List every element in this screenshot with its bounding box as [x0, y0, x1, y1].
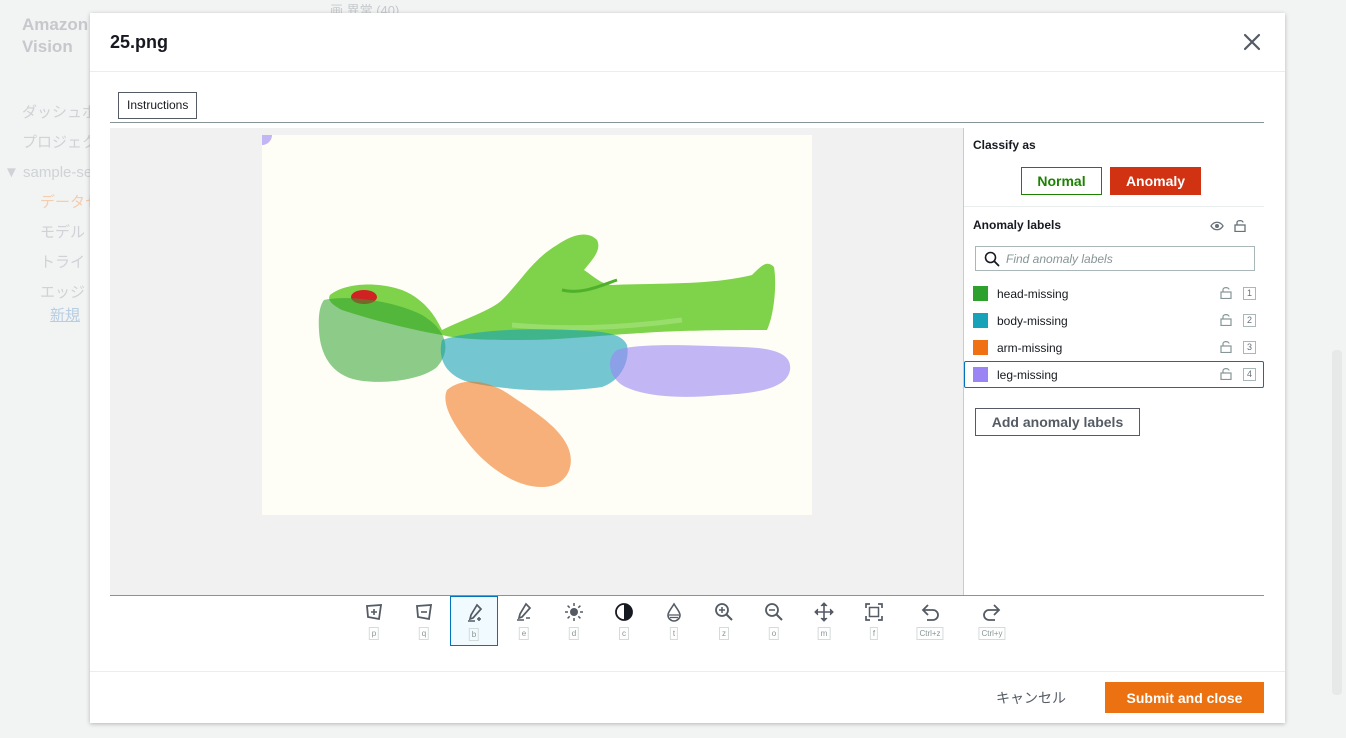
- fit-icon: [865, 603, 883, 621]
- shortcut-key: e: [518, 627, 530, 640]
- zoom-in-tool[interactable]: z: [700, 596, 748, 646]
- background-scrollbar: [1332, 350, 1342, 695]
- add-anomaly-labels-button[interactable]: Add anomaly labels: [975, 408, 1140, 436]
- search-input[interactable]: [1006, 249, 1246, 268]
- shortcut-key-badge: 4: [1243, 368, 1256, 381]
- image-with-masks[interactable]: [262, 135, 812, 515]
- label-item-head-missing[interactable]: head-missing 1: [964, 280, 1264, 307]
- shortcut-key: m: [817, 627, 831, 640]
- eraser-tool[interactable]: e: [500, 596, 548, 646]
- zoom-out-tool[interactable]: o: [750, 596, 798, 646]
- modal-header: 25.png: [90, 13, 1285, 72]
- label-color-swatch: [973, 286, 988, 301]
- unlock-icon[interactable]: [1220, 313, 1232, 326]
- shortcut-key-badge: 1: [1243, 287, 1256, 300]
- unlock-icon[interactable]: [1220, 340, 1232, 353]
- nav-link: 新規: [50, 307, 81, 324]
- brightness-tool[interactable]: d: [550, 596, 598, 646]
- nav-item: モデル: [40, 224, 86, 241]
- zoom-out-icon: [765, 603, 783, 621]
- nav-item: トライ: [40, 254, 86, 271]
- redo-icon: [983, 604, 1001, 621]
- zoom-in-icon: [715, 603, 733, 621]
- close-button[interactable]: [1241, 31, 1263, 53]
- opacity-tool[interactable]: t: [650, 596, 698, 646]
- shortcut-key: d: [568, 627, 580, 640]
- polygon-subtract-icon: [416, 604, 433, 621]
- shortcut-key-badge: 3: [1243, 341, 1256, 354]
- classify-title: Classify as: [973, 138, 1036, 152]
- move-icon: [814, 602, 834, 622]
- anomaly-button[interactable]: Anomaly: [1110, 167, 1201, 195]
- unlock-icon[interactable]: [1234, 219, 1246, 232]
- fit-tool[interactable]: f: [850, 596, 898, 646]
- shortcut-key: p: [368, 627, 380, 640]
- instructions-button[interactable]: Instructions: [118, 92, 198, 119]
- label-color-swatch: [973, 367, 988, 382]
- shortcut-key: t: [669, 627, 679, 640]
- move-tool[interactable]: m: [800, 596, 848, 646]
- label-item-leg-missing[interactable]: leg-missing 4: [964, 361, 1264, 388]
- shortcut-key: q: [418, 627, 430, 640]
- brush-tool[interactable]: b: [450, 596, 498, 646]
- nav-item: ▼ sample-seg: [4, 164, 101, 181]
- shortcut-key: c: [619, 627, 629, 640]
- redo-tool[interactable]: Ctrl+y: [968, 596, 1016, 646]
- shortcut-key-badge: 2: [1243, 314, 1256, 327]
- polygon-subtract-tool[interactable]: q: [400, 596, 448, 646]
- label-item-arm-missing[interactable]: arm-missing 3: [964, 334, 1264, 361]
- polygon-add-tool[interactable]: p: [350, 596, 398, 646]
- label-name: arm-missing: [997, 341, 1063, 355]
- opacity-icon: [667, 602, 681, 622]
- shortcut-key: o: [768, 627, 780, 640]
- leg-missing-mask-fragment: [262, 135, 272, 145]
- nav-item: データセ: [40, 194, 101, 211]
- divider: [110, 122, 1264, 123]
- label-side-panel: Classify as Normal Anomaly Anomaly label…: [963, 128, 1264, 596]
- annotation-canvas[interactable]: [110, 128, 963, 596]
- anomaly-labels-title: Anomaly labels: [973, 218, 1062, 232]
- cancel-button[interactable]: キャンセル: [996, 688, 1066, 708]
- shortcut-key: z: [719, 627, 729, 640]
- label-name: leg-missing: [997, 368, 1058, 382]
- submit-and-close-button[interactable]: Submit and close: [1105, 682, 1264, 713]
- divider: [964, 206, 1264, 207]
- background-nav: ダッシュボ プロジェク ▼ sample-seg データセ モデル トライ エッ…: [4, 98, 101, 326]
- label-item-body-missing[interactable]: body-missing 2: [964, 307, 1264, 334]
- undo-icon: [921, 604, 939, 621]
- polygon-add-icon: [366, 604, 383, 621]
- undo-tool[interactable]: Ctrl+z: [906, 596, 954, 646]
- close-icon: [1243, 33, 1261, 51]
- contrast-icon: [615, 603, 633, 621]
- search-icon: [984, 251, 1000, 267]
- contrast-tool[interactable]: c: [600, 596, 648, 646]
- annotation-image: [262, 135, 812, 515]
- nav-item: エッジ: [40, 284, 86, 301]
- unlock-icon[interactable]: [1220, 367, 1232, 380]
- anomaly-label-list: head-missing 1 body-missing 2 arm-missin…: [964, 280, 1265, 388]
- shortcut-key: f: [869, 627, 879, 640]
- labeling-modal: 25.png Instructions Classify as Normal A…: [90, 13, 1285, 723]
- eye-icon[interactable]: [1210, 221, 1224, 231]
- modal-title: 25.png: [110, 32, 169, 52]
- nav-item: プロジェク: [22, 134, 98, 151]
- normal-button[interactable]: Normal: [1021, 167, 1102, 195]
- eraser-icon: [517, 602, 532, 621]
- shortcut-key: Ctrl+z: [916, 627, 944, 640]
- brightness-icon: [565, 603, 583, 621]
- label-search-field[interactable]: [975, 246, 1255, 271]
- brush-icon: [468, 603, 483, 622]
- label-color-swatch: [973, 313, 988, 328]
- label-name: head-missing: [997, 287, 1069, 301]
- unlock-icon[interactable]: [1220, 286, 1232, 299]
- label-color-swatch: [973, 340, 988, 355]
- shortcut-key: b: [468, 628, 480, 641]
- modal-footer: キャンセル Submit and close: [90, 671, 1285, 723]
- nav-item: ダッシュボ: [22, 104, 98, 121]
- label-name: body-missing: [997, 314, 1068, 328]
- shortcut-key: Ctrl+y: [978, 627, 1006, 640]
